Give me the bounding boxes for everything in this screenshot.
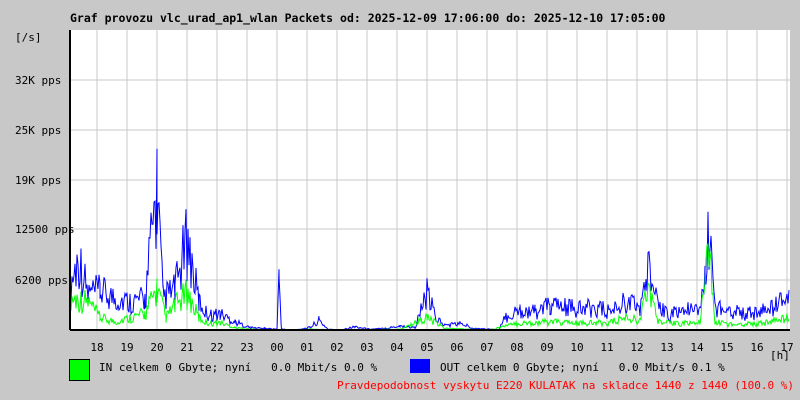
y-tick-label: 12500 pps (15, 223, 75, 236)
x-tick-label: 00 (270, 341, 283, 354)
x-tick-label: 12 (630, 341, 643, 354)
y-tick-label: 19K pps (15, 174, 61, 187)
in-legend-text: IN celkem 0 Gbyte; nyní 0.0 Mbit/s 0.0 % (99, 361, 378, 374)
x-tick-label: 19 (120, 341, 133, 354)
traffic-chart: 18 19 20 21 22 23 00 01 02 03 04 05 06 07 08 09 10 11 12 13… (15, 30, 794, 354)
x-tick-label: 09 (540, 341, 553, 354)
y-tick-label: 25K pps (15, 124, 61, 137)
x-tick-label: 22 (210, 341, 223, 354)
x-tick-label: 04 (390, 341, 404, 354)
x-tick-label: 16 (750, 341, 763, 354)
x-tick-label: 07 (480, 341, 493, 354)
x-tick-label: 03 (360, 341, 373, 354)
x-tick-label: 13 (660, 341, 673, 354)
out-legend-swatch (410, 359, 430, 373)
out-legend-text: OUT celkem 0 Gbyte; nyní 0.0 Mbit/s 0.1 … (440, 361, 725, 374)
x-tick-label: 18 (90, 341, 103, 354)
x-tick-label: 10 (570, 341, 583, 354)
x-tick-label: 20 (150, 341, 163, 354)
x-tick-label: 08 (510, 341, 523, 354)
x-tick-label: 23 (240, 341, 253, 354)
x-tick-label: 11 (600, 341, 613, 354)
y-tick-label: 32K pps (15, 74, 61, 87)
x-tick-label: 14 (690, 341, 704, 354)
x-tick-label: 06 (450, 341, 463, 354)
x-tick-label: 05 (420, 341, 433, 354)
x-tick-label: 01 (300, 341, 313, 354)
x-tick-label: 02 (330, 341, 343, 354)
x-tick-label: 17 (780, 341, 793, 354)
footer-note: Pravdepodobnost vyskytu E220 KULATAK na … (337, 379, 794, 392)
x-tick-label: 15 (720, 341, 733, 354)
y-tick-label: 6200 pps (15, 274, 68, 287)
in-legend-swatch (69, 359, 90, 381)
x-tick-label: 21 (180, 341, 193, 354)
